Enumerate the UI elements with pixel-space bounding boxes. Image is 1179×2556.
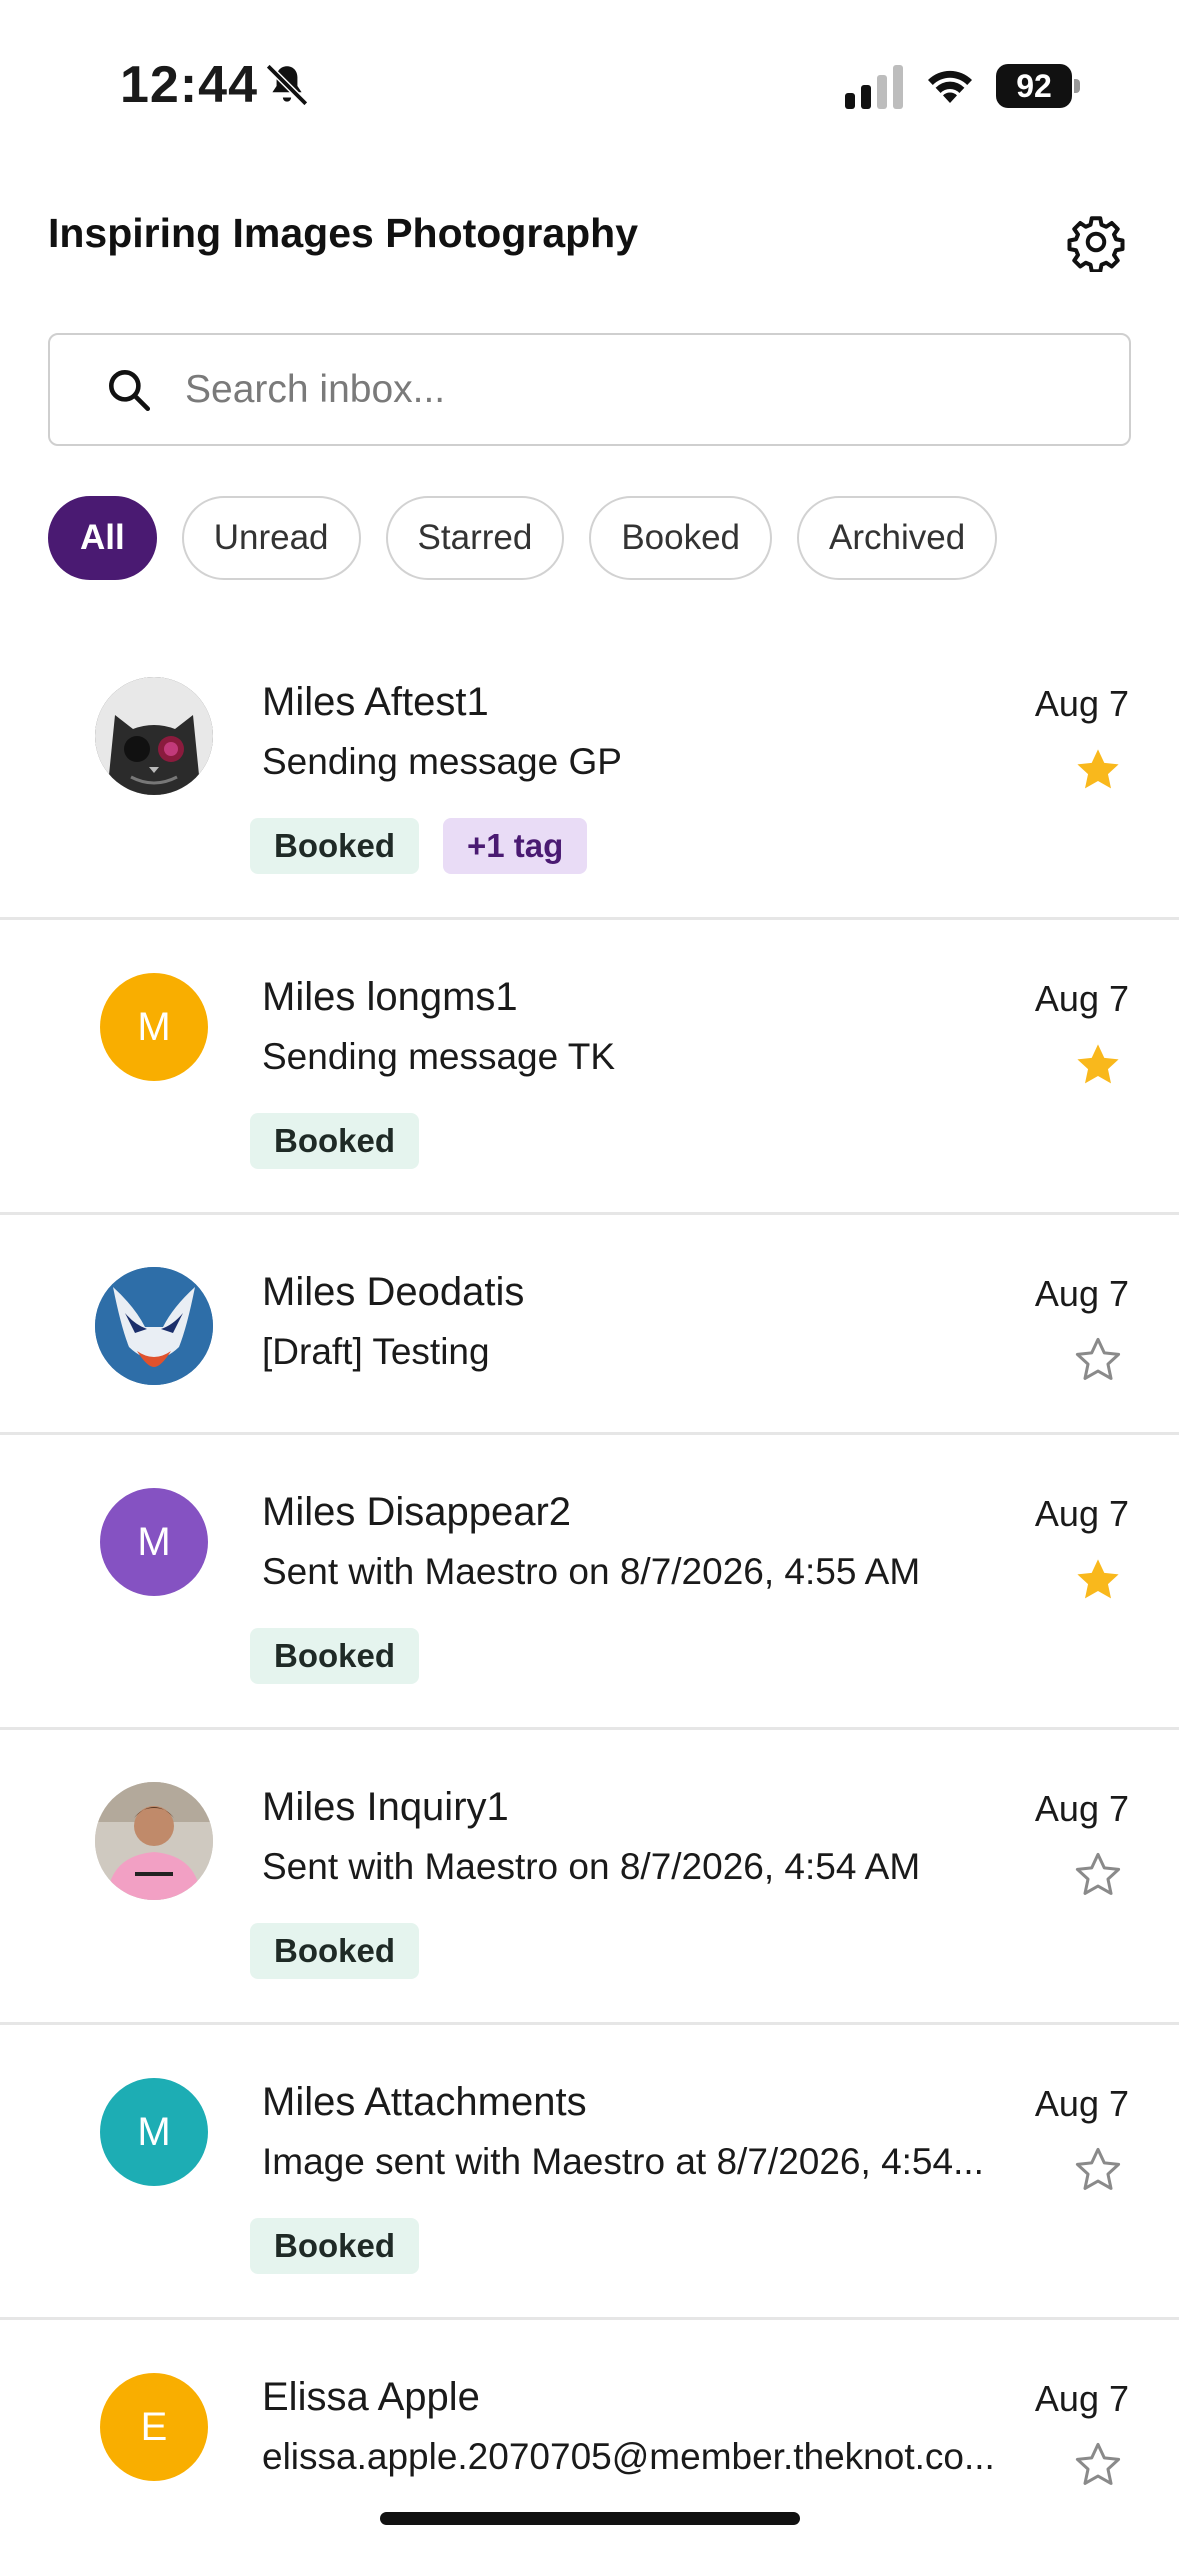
avatar: M	[100, 2078, 208, 2186]
contact-name: Miles Disappear2	[262, 1490, 572, 1534]
tag-booked: Booked	[250, 818, 420, 874]
star-outline-icon[interactable]	[1072, 2144, 1124, 2196]
page-title: Inspiring Images Photography	[48, 210, 639, 256]
search-input[interactable]	[185, 357, 1085, 423]
filter-chip-all[interactable]: All	[48, 496, 157, 580]
avatar: E	[100, 2373, 208, 2481]
tag-booked: Booked	[250, 1113, 420, 1169]
message-preview: Sent with Maestro on 8/7/2026, 4:54 AM	[262, 1846, 921, 1887]
tag-list: Booked	[250, 1923, 420, 1979]
filter-chip-unread[interactable]: Unread	[181, 496, 361, 580]
avatar-initial: M	[137, 1519, 171, 1564]
message-preview: Image sent with Maestro at 8/7/2026, 4:5…	[262, 2141, 984, 2182]
gear-icon[interactable]	[1066, 212, 1126, 272]
cellular-signal-icon	[845, 65, 903, 109]
bell-slash-icon	[265, 63, 309, 107]
contact-name: Miles Attachments	[262, 2080, 587, 2124]
conversation-row[interactable]: M Miles Disappear2 Sent with Maestro on …	[0, 1435, 1179, 1730]
message-date: Aug 7	[1034, 2083, 1129, 2124]
avatar-initial: M	[137, 1004, 171, 1049]
battery-indicator: 92	[996, 64, 1080, 108]
message-preview: Sent with Maestro on 8/7/2026, 4:55 AM	[262, 1551, 921, 1592]
conversation-row[interactable]: Miles Inquiry1 Sent with Maestro on 8/7/…	[0, 1730, 1179, 2025]
star-outline-icon[interactable]	[1072, 1849, 1124, 1901]
battery-level: 92	[996, 64, 1072, 108]
creature-photo-avatar-icon	[95, 1267, 213, 1385]
tag-booked: Booked	[250, 1628, 420, 1684]
avatar-initial: M	[137, 2109, 171, 2154]
avatar	[95, 1782, 213, 1900]
tag-booked: Booked	[250, 1923, 420, 1979]
contact-name: Miles Inquiry1	[262, 1785, 509, 1829]
tag-list: Booked +1 tag	[250, 818, 588, 874]
tag-list: Booked	[250, 1113, 420, 1169]
avatar: M	[100, 1488, 208, 1596]
message-preview: [Draft] Testing	[262, 1331, 490, 1372]
battery-cap	[1074, 79, 1080, 93]
conversation-row[interactable]: M Miles Attachments Image sent with Maes…	[0, 2025, 1179, 2320]
contact-name: Miles Aftest1	[262, 680, 489, 724]
message-date: Aug 7	[1034, 1493, 1129, 1534]
message-date: Aug 7	[1034, 1273, 1129, 1314]
star-icon[interactable]	[1072, 744, 1124, 796]
contact-name: Miles Deodatis	[262, 1270, 525, 1314]
cat-photo-avatar-icon	[95, 677, 213, 795]
conversation-row[interactable]: Miles Aftest1 Sending message GP Aug 7 B…	[0, 625, 1179, 920]
conversation-row[interactable]: E Elissa Apple elissa.apple.2070705@memb…	[0, 2320, 1179, 2540]
tag-booked: Booked	[250, 2218, 420, 2274]
filter-chip-archived[interactable]: Archived	[797, 496, 998, 580]
star-icon[interactable]	[1072, 1554, 1124, 1606]
message-date: Aug 7	[1034, 683, 1129, 724]
contact-name: Elissa Apple	[262, 2375, 480, 2419]
search-box[interactable]	[48, 333, 1131, 446]
message-preview: Sending message GP	[262, 741, 622, 782]
star-icon[interactable]	[1072, 1039, 1124, 1091]
avatar: M	[100, 973, 208, 1081]
avatar	[95, 677, 213, 795]
search-icon	[109, 370, 151, 412]
avatar	[95, 1267, 213, 1385]
message-preview: Sending message TK	[262, 1036, 616, 1077]
conversation-row[interactable]: M Miles longms1 Sending message TK Aug 7…	[0, 920, 1179, 1215]
message-date: Aug 7	[1034, 978, 1129, 1019]
status-time: 12:44	[120, 56, 258, 114]
wifi-icon	[928, 70, 972, 103]
filter-chip-starred[interactable]: Starred	[385, 496, 565, 580]
contact-name: Miles longms1	[262, 975, 518, 1019]
inbox-screen: 12:44 92 Inspiring Images Photography Se…	[0, 0, 1179, 2556]
tag-list: Booked	[250, 2218, 420, 2274]
star-outline-icon[interactable]	[1072, 2439, 1124, 2491]
avatar-initial: E	[140, 2404, 168, 2449]
tag-list: Booked	[250, 1628, 420, 1684]
message-date: Aug 7	[1034, 1788, 1129, 1829]
tag-more: +1 tag	[443, 818, 588, 874]
home-indicator[interactable]	[380, 2512, 800, 2525]
person-photo-avatar-icon	[95, 1782, 213, 1900]
message-preview: elissa.apple.2070705@member.theknot.co..…	[262, 2436, 995, 2477]
filter-chips: All Unread Starred Booked Archived	[48, 496, 998, 580]
status-bar: 12:44 92	[0, 0, 1179, 150]
filter-chip-booked[interactable]: Booked	[589, 496, 773, 580]
star-outline-icon[interactable]	[1072, 1334, 1124, 1386]
conversation-row[interactable]: Miles Deodatis [Draft] Testing Aug 7	[0, 1215, 1179, 1435]
message-date: Aug 7	[1034, 2378, 1129, 2419]
